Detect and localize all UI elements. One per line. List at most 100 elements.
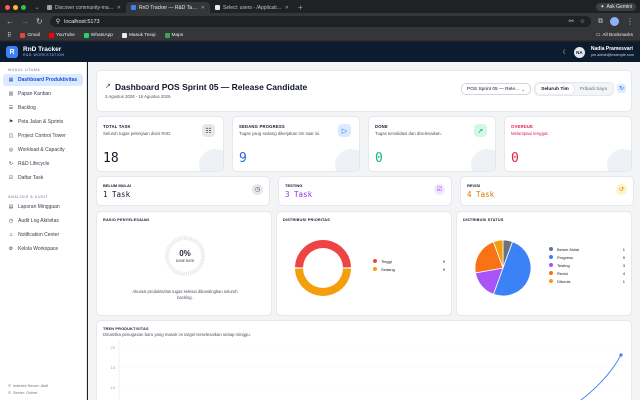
trend-line — [580, 354, 622, 400]
completion-label: DONE RATE — [175, 259, 195, 263]
sidebar-item-label: Daftar Task — [18, 175, 44, 181]
user-info[interactable]: Nadia Pramesvari pm.admin@example.com — [591, 47, 634, 57]
address-bar[interactable]: ⚲ localhost:5173 ⚯ ☆ — [49, 16, 591, 27]
maximize-window-button[interactable] — [21, 5, 26, 10]
ask-gemini-label: Ask Gemini — [606, 4, 632, 10]
status-distribution-card: DISTRIBUSI STATUS Belum Mulai 1 Progress 9 T… — [456, 211, 632, 316]
legend-label: Belum Mulai — [557, 246, 580, 252]
browser-tab[interactable]: Discover community-made i...✕ — [42, 2, 126, 13]
bookmark-item[interactable]: WhatsApp — [83, 32, 113, 38]
brand: RnD Tracker R&D WORKSTATION — [23, 46, 64, 57]
grid-icon: ▦ — [8, 77, 14, 83]
profile-avatar[interactable] — [610, 17, 619, 26]
sprint-select[interactable]: POS Sprint 05 — Rele... ⌄ — [461, 83, 531, 95]
sidebar-item-label: Workload & Capacity — [18, 147, 65, 153]
sidebar-item[interactable]: ◫ Project Control Tower — [3, 130, 83, 142]
tab-title: RnD Tracker — R&D Task Ma... — [139, 4, 198, 11]
users-icon: ◎ — [8, 147, 14, 153]
kpi-desc: Tugas tervalidasi dan diselesaikan. — [375, 131, 442, 136]
status-card-title: REVISI — [467, 183, 481, 188]
close-tab-icon[interactable]: ✕ — [117, 5, 121, 11]
kpi-title: DONE — [375, 124, 388, 129]
date-range: 3 Agustus 2026 - 16 Agustus 2026 — [105, 94, 171, 99]
status-card-title: TESTING — [285, 183, 303, 188]
browser-tab[interactable]: Select: users - /Application... ✕ — [210, 2, 294, 13]
sidebar-item[interactable]: ⚙ Kelola Workspace — [3, 243, 83, 255]
tab-search-icon[interactable]: ⌄ — [32, 3, 42, 11]
card-decoration — [607, 149, 631, 171]
new-tab-button[interactable]: + — [298, 3, 303, 12]
kpi-value: 18 — [103, 151, 119, 166]
status-card-value: 3 Task — [285, 190, 313, 199]
legend-item: Belum Mulai 1 — [549, 245, 625, 253]
nav-section-analysis: ANALISIS & AUDIT — [8, 195, 49, 199]
close-tab-icon[interactable]: ✕ — [285, 5, 289, 11]
window-controls — [0, 5, 32, 13]
sidebar-item[interactable]: ⚑ Peta Jalan & Sprints — [3, 116, 83, 128]
forward-icon[interactable]: → — [21, 17, 29, 26]
kpi-value: 0 — [375, 151, 383, 166]
sidebar-item[interactable]: ▤ Laporan Mingguan — [3, 201, 83, 213]
app-logo[interactable]: R — [6, 46, 18, 58]
ask-gemini-button[interactable]: ✦ Ask Gemini — [596, 3, 636, 11]
sidebar-item[interactable]: ☑ Daftar Task — [3, 172, 83, 184]
legend-count: 9 — [622, 254, 625, 260]
apps-grid-icon[interactable]: ⠿ — [7, 32, 11, 39]
priority-title: DISTRIBUSI PRIORITAS — [283, 218, 330, 222]
bookmark-label: WhatsApp — [90, 32, 113, 38]
scope-team-tab[interactable]: Seluruh Tim — [536, 84, 574, 94]
sidebar-item[interactable]: ◷ Audit Log Aktivitas — [3, 215, 83, 227]
minimize-window-button[interactable] — [13, 5, 18, 10]
bookmark-item[interactable]: Masuk Tesqi — [121, 32, 156, 38]
list-icon: ☰ — [8, 105, 14, 111]
folder-icon: ▭ — [595, 32, 601, 38]
reload-icon[interactable]: ↻ — [36, 17, 43, 26]
sidebar-item[interactable]: ♫ Notification Center — [3, 229, 83, 241]
send-icon: ➚ — [474, 124, 487, 137]
legend-swatch — [549, 247, 553, 251]
completion-desc: Akurasi produktivitas tugas selesai diba… — [132, 289, 238, 301]
sidebar-item-label: Kelola Workspace — [18, 246, 59, 252]
legend-item: Revisi 4 — [549, 269, 625, 277]
refresh-icon[interactable]: ↻ — [617, 84, 626, 93]
back-icon[interactable]: ← — [6, 17, 14, 26]
bookmark-item[interactable]: Maps — [164, 32, 184, 38]
sidebar-item[interactable]: ▥ Papan Kanban — [3, 88, 83, 100]
bookmark-label: Masuk Tesqi — [128, 32, 156, 38]
sidebar-item[interactable]: ↻ R&D Lifecycle — [3, 158, 83, 170]
user-avatar[interactable]: NA — [573, 46, 585, 58]
sidebar-item[interactable]: ▦ Dashboard Produktivitas — [3, 74, 83, 86]
bookmarks-bar: ⠿ Gmail YouTube WhatsApp Masuk Tesqi Maps ▭ A… — [0, 30, 640, 41]
browser-toolbar: ← → ↻ ⚲ localhost:5173 ⚯ ☆ ⧉ ⋮ — [0, 13, 640, 30]
bookmark-item[interactable]: Gmail — [20, 32, 40, 38]
bookmark-label: Gmail — [27, 32, 40, 38]
site-info-icon[interactable]: ⚲ — [56, 18, 60, 25]
close-tab-icon[interactable]: ✕ — [201, 5, 205, 11]
extension-puzzle-icon[interactable]: ⧉ — [598, 18, 603, 26]
tower-icon: ◫ — [8, 133, 14, 139]
kpi-value: 0 — [511, 151, 519, 166]
legend-label: Revisi — [557, 270, 568, 276]
kpi-desc: Tugas yang sedang dikerjakan tim saat in… — [239, 131, 321, 136]
scope-personal-tab[interactable]: Pribadi Saya — [575, 84, 612, 94]
list-check-icon: ☷ — [202, 124, 215, 137]
sidebar-item[interactable]: ☰ Backlog — [3, 102, 83, 114]
bookmark-star-icon[interactable]: ☆ — [580, 18, 585, 25]
legend-swatch — [549, 271, 553, 275]
priority-donut — [295, 239, 351, 297]
trend-chart: 20 15 10 — [111, 341, 627, 400]
dark-mode-icon[interactable]: ☾ — [563, 49, 568, 56]
bookmark-item[interactable]: YouTube — [48, 32, 75, 38]
browser-tab[interactable]: RnD Tracker — R&D Task Ma...✕ — [126, 2, 210, 13]
sidebar-item[interactable]: ◎ Workload & Capacity — [3, 144, 83, 156]
bookmark-label: Maps — [171, 32, 184, 38]
extensions-icon[interactable]: ⚯ — [569, 18, 574, 25]
menu-kebab-icon[interactable]: ⋮ — [626, 17, 634, 26]
status-dot — [8, 384, 11, 388]
history-icon: ↺ — [616, 184, 627, 195]
close-window-button[interactable] — [5, 5, 10, 10]
kpi-desc: Seluruh tugas pekerjaan divisi RnD. — [103, 131, 172, 136]
scope-toggle: Seluruh Tim Pribadi Saya — [534, 82, 614, 96]
all-bookmarks-link[interactable]: ▭ All Bookmarks — [596, 33, 633, 38]
legend-item: Testing 3 — [549, 261, 625, 269]
